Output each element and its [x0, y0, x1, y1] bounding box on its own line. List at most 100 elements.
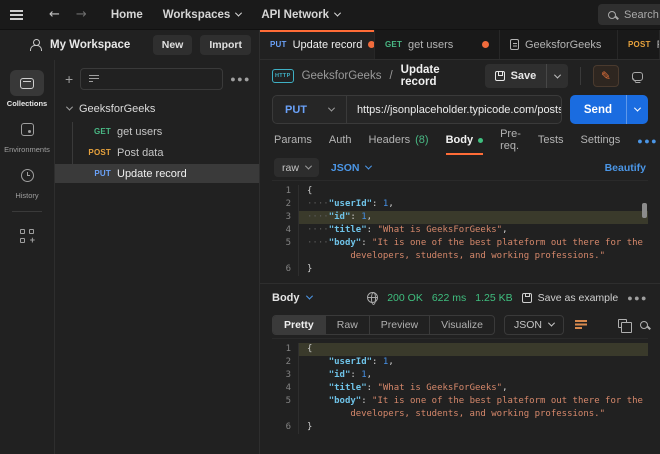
line-number: 2 [272, 198, 298, 211]
search-response-icon[interactable] [640, 321, 648, 329]
view-visualize[interactable]: Visualize [430, 316, 494, 334]
code-text: ····"body": "It is one of the best plate… [298, 237, 648, 263]
nav-workspaces[interactable]: Workspaces [163, 9, 242, 21]
tab-get-users[interactable]: GET get users [375, 30, 500, 59]
status-badge[interactable]: 200 OK [387, 292, 423, 304]
code-text: { [298, 343, 648, 356]
line-number: 6 [272, 421, 298, 434]
response-time[interactable]: 622 ms [432, 292, 466, 304]
response-body-select[interactable]: Body [272, 292, 312, 304]
request-name: Post data [117, 147, 163, 159]
view-pretty[interactable]: Pretty [273, 316, 326, 334]
method-badge: POST [628, 40, 651, 49]
main-panel: PUT Update record GET get users Geeksfor… [260, 30, 660, 454]
language-value: JSON [331, 162, 360, 174]
new-button[interactable]: New [153, 35, 193, 55]
tree-more-icon[interactable]: ●●● [230, 74, 251, 84]
rail-item-environments[interactable]: Environments [0, 112, 54, 158]
edit-button[interactable]: ✎ [593, 65, 618, 87]
rail-item-history[interactable]: History [0, 158, 54, 204]
import-button[interactable]: Import [200, 35, 251, 55]
global-search-input[interactable]: Search [598, 4, 660, 25]
wrap-lines-icon[interactable] [575, 320, 587, 329]
scrollbar-thumb[interactable] [642, 203, 647, 218]
network-icon[interactable] [367, 292, 378, 303]
tab-body[interactable]: Body [446, 127, 484, 155]
collections-label: Collections [7, 99, 47, 108]
copy-icon[interactable] [618, 319, 627, 328]
comment-button[interactable] [627, 65, 648, 87]
comment-icon [632, 72, 643, 81]
tab-update-record[interactable]: PUT Update record [260, 30, 375, 59]
tab-label: Headers [369, 134, 411, 146]
workspace-title[interactable]: My Workspace [50, 39, 130, 51]
response-view-switch: Pretty Raw Preview Visualize [272, 315, 495, 335]
code-text: ····"userId": 1, [298, 198, 648, 211]
save-as-example-button[interactable]: Save as example [522, 292, 619, 304]
response-language-select[interactable]: JSON [504, 315, 564, 335]
response-meta: 200 OK 622 ms 1.25 KB Save as example ●●… [367, 292, 648, 304]
tab-auth[interactable]: Auth [329, 127, 352, 155]
collection-row[interactable]: GeeksforGeeks [55, 98, 259, 120]
tab-settings[interactable]: Settings [581, 127, 621, 155]
grid-plus-icon: + [20, 229, 34, 243]
code-text: "userId": 1, [298, 356, 648, 369]
breadcrumb-collection[interactable]: GeeksforGeeks [302, 70, 382, 82]
breadcrumb-request-name[interactable]: Update record [401, 64, 477, 88]
code-line: 1{ [272, 185, 648, 198]
tab-tests[interactable]: Tests [538, 127, 564, 155]
nav-api-network-label: API Network [261, 9, 329, 21]
hamburger-menu-icon[interactable] [10, 10, 23, 12]
code-line: 4····"title": "What is GeeksForGeeks", [272, 224, 648, 237]
request-row-post-data[interactable]: POST Post data [55, 143, 259, 162]
code-line: 5····"body": "It is one of the best plat… [272, 237, 648, 263]
response-more-icon[interactable]: ●●● [627, 293, 648, 303]
chevron-down-icon [548, 320, 555, 327]
tab-headers[interactable]: Headers(8) [369, 127, 429, 155]
beautify-button[interactable]: Beautify [605, 162, 646, 174]
request-config-tabs: Params Auth Headers(8) Body Pre-req. Tes… [260, 127, 660, 155]
environments-icon [21, 123, 34, 136]
send-button[interactable]: Send [570, 95, 648, 124]
view-preview[interactable]: Preview [370, 316, 430, 334]
pencil-icon: ✎ [601, 69, 611, 83]
config-more-icon[interactable]: ●●● [637, 136, 658, 146]
filter-input[interactable] [80, 68, 223, 90]
back-arrow-icon[interactable]: ← [49, 7, 60, 22]
save-label: Save [511, 70, 537, 82]
postman-app: ← → Home Workspaces API Network Search M… [0, 0, 660, 454]
add-collection-icon[interactable]: + [65, 74, 73, 84]
send-options-button[interactable] [626, 95, 648, 124]
response-body-viewer[interactable]: 1{2 "userId": 1,3 "id": 1,4 "title": "Wh… [272, 338, 648, 454]
tab-params[interactable]: Params [274, 127, 312, 155]
collections-tree: + ●●● GeeksforGeeks GET get users [55, 60, 259, 454]
url-input[interactable]: https://jsonplaceholder.typicode.com/pos… [357, 104, 561, 116]
method-select[interactable]: PUT [273, 104, 346, 116]
request-row-update-record[interactable]: PUT Update record [55, 164, 259, 183]
save-button[interactable]: Save [485, 64, 569, 88]
body-language-select[interactable]: JSON [331, 162, 371, 174]
rail-item-collections[interactable]: Collections [0, 66, 54, 112]
nav-api-network[interactable]: API Network [261, 9, 340, 21]
body-mode-select[interactable]: raw [274, 158, 319, 177]
code-line: 6} [272, 263, 648, 276]
nav-home[interactable]: Home [111, 9, 143, 21]
request-body-editor[interactable]: 1{2····"userId": 1,3····"id": 1,4····"ti… [272, 180, 648, 283]
response-toolbar: Pretty Raw Preview Visualize JSON [260, 311, 660, 338]
rail-item-more-tools[interactable]: + [0, 219, 54, 253]
code-line: 5 "body": "It is one of the best platefo… [272, 395, 648, 421]
save-options-button[interactable] [546, 64, 568, 88]
method-badge: PUT [270, 40, 287, 49]
view-raw[interactable]: Raw [326, 316, 370, 334]
language-value: JSON [514, 319, 542, 331]
chevron-down-icon [334, 10, 341, 17]
tab-geeksforgeeks[interactable]: GeeksforGeeks [500, 30, 618, 59]
tab-prereq[interactable]: Pre-req. [500, 127, 521, 155]
forward-arrow-icon[interactable]: → [76, 7, 87, 22]
tab-post-data[interactable]: POST Post data [618, 30, 660, 59]
response-size[interactable]: 1.25 KB [475, 292, 512, 304]
rail-divider [12, 211, 42, 212]
request-row-get-users[interactable]: GET get users [55, 122, 259, 141]
code-text: } [298, 263, 648, 276]
environments-label: Environments [4, 145, 50, 154]
